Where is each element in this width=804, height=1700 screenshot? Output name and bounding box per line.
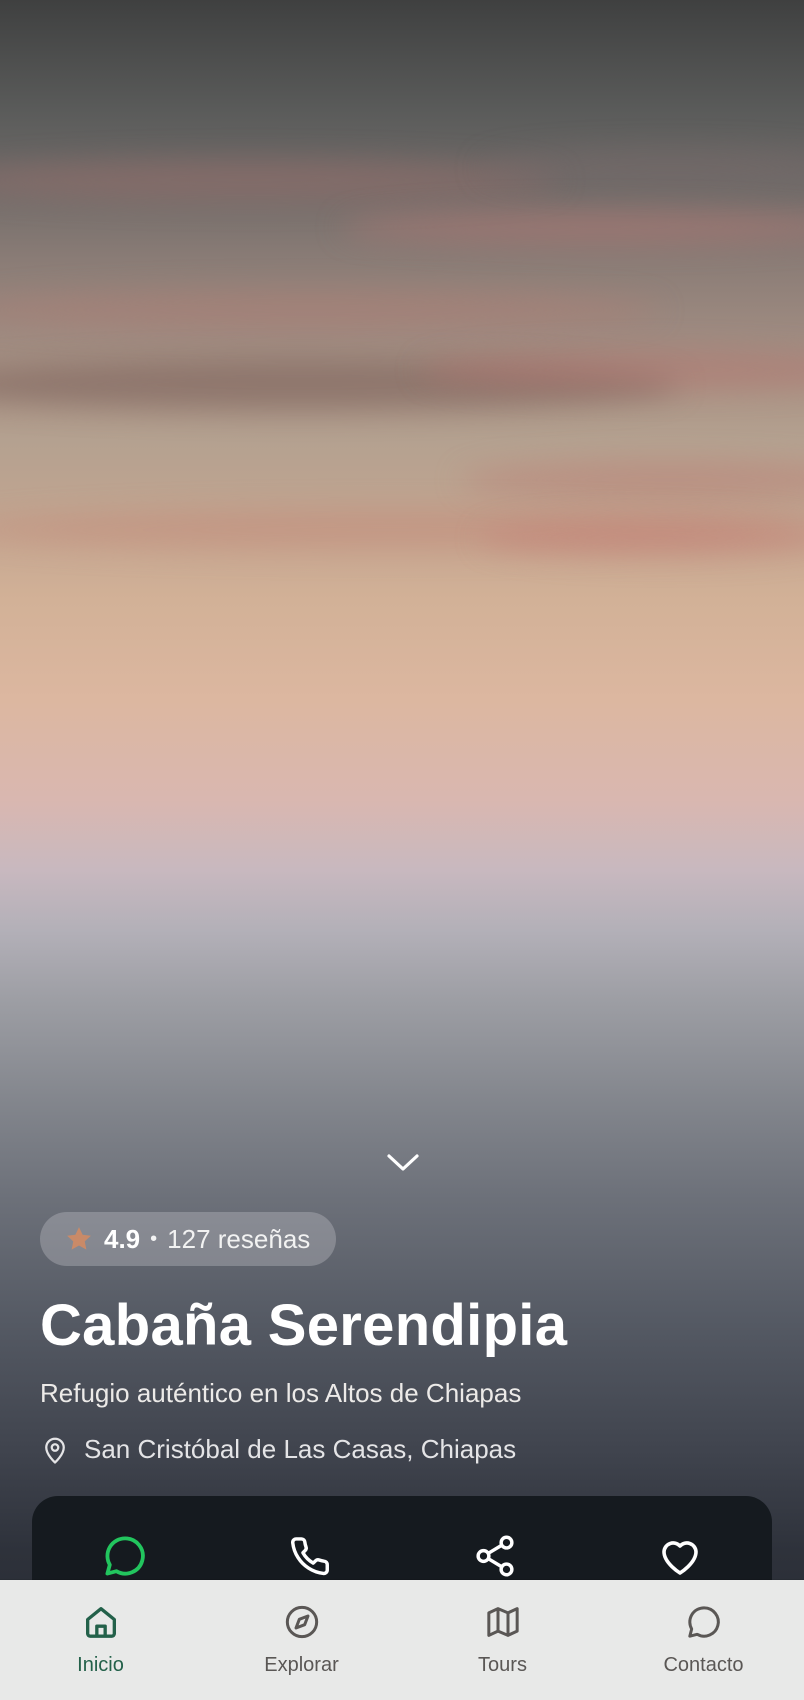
nav-item-inicio[interactable]: Inicio: [11, 1580, 191, 1677]
phone-icon: [290, 1537, 329, 1576]
call-button[interactable]: [280, 1526, 340, 1586]
review-count: 127 reseñas: [167, 1223, 311, 1254]
heart-icon: [661, 1541, 698, 1575]
share-button[interactable]: [465, 1526, 525, 1586]
rating-badge: 4.9 • 127 reseñas: [40, 1212, 337, 1266]
nav-item-tours[interactable]: Tours: [413, 1580, 593, 1677]
rating-value: 4.9: [104, 1223, 141, 1254]
nav-label: Contacto: [663, 1654, 744, 1676]
whatsapp-chat-icon: [105, 1536, 145, 1576]
nav-item-explorar[interactable]: Explorar: [212, 1580, 392, 1677]
home-icon: [81, 1602, 121, 1642]
share-icon: [475, 1535, 514, 1577]
cloud-streak: [460, 460, 804, 500]
cloud-streak: [0, 160, 560, 200]
app-screen: 4.9 • 127 reseñas Cabaña Serendipia Refu…: [0, 0, 804, 1700]
nav-label: Explorar: [264, 1654, 339, 1676]
star-icon: [64, 1224, 94, 1254]
nav-label: Tours: [478, 1654, 527, 1676]
chat-icon: [684, 1602, 724, 1642]
chevron-down-icon[interactable]: [385, 1150, 421, 1174]
place-title: Cabaña Serendipia: [40, 1293, 568, 1358]
cloud-streak: [0, 290, 660, 330]
nav-item-contacto[interactable]: Contacto: [614, 1580, 794, 1677]
compass-icon: [282, 1602, 322, 1642]
map-icon: [483, 1602, 523, 1642]
favorite-button[interactable]: [650, 1526, 710, 1586]
nav-label: Inicio: [77, 1654, 124, 1676]
place-subtitle: Refugio auténtico en los Altos de Chiapa…: [40, 1378, 522, 1408]
bottom-navigation: Inicio Explorar Tours Contacto: [0, 1580, 804, 1700]
rating-separator: •: [150, 1227, 158, 1250]
cloud-streak: [480, 520, 804, 556]
location-text: San Cristóbal de Las Casas, Chiapas: [84, 1434, 517, 1464]
whatsapp-button[interactable]: [95, 1526, 155, 1586]
map-pin-icon: [40, 1435, 70, 1465]
cloud-streak: [340, 210, 804, 244]
place-location: San Cristóbal de Las Casas, Chiapas: [40, 1434, 516, 1465]
